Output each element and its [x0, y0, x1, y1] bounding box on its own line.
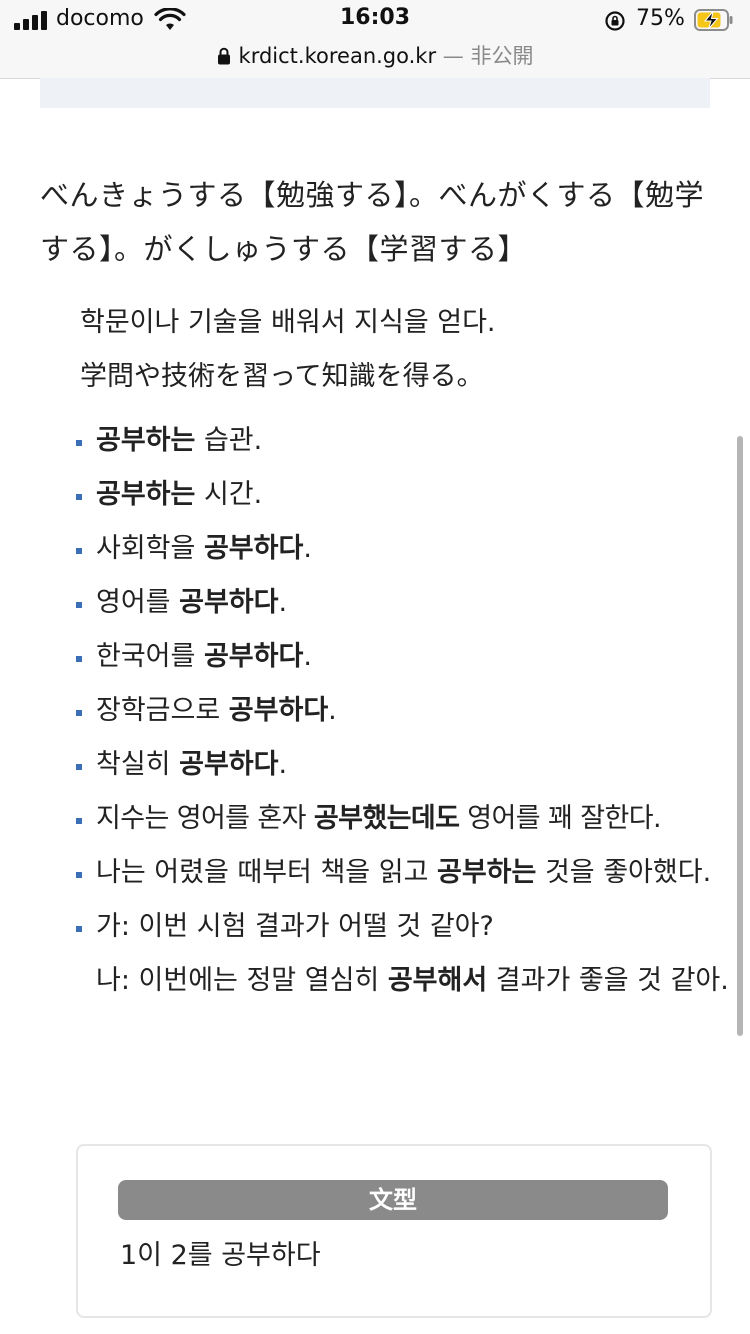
bullet-icon — [76, 926, 82, 932]
definition-block: 학문이나 기술을 배워서 지식을 얻다. 学問や技術を習って知識を得る。 — [80, 296, 720, 404]
bullet-icon — [76, 440, 82, 446]
definition-korean: 학문이나 기술을 배워서 지식을 얻다. — [80, 307, 496, 338]
example-item: 공부하는 시간. — [72, 468, 732, 522]
bullet-icon — [76, 656, 82, 662]
scrollbar[interactable] — [737, 436, 743, 1036]
example-item: 사회학을 공부하다. — [72, 522, 732, 576]
url-text: krdict.korean.go.kr — [238, 44, 437, 68]
rotation-lock-icon — [605, 11, 625, 31]
example-item: 공부하는 습관. — [72, 414, 732, 468]
pattern-header: 文型 — [118, 1180, 668, 1220]
japanese-translation: べんきょうする【勉強する】。べんがくする【勉学する】。がくしゅうする【学習する】 — [40, 178, 705, 266]
example-list: 공부하는 습관. 공부하는 시간. 사회학을 공부하다. 영어를 공부하다. 한… — [72, 414, 732, 1008]
example-item: 착실히 공부하다. — [72, 738, 732, 792]
bullet-icon — [76, 494, 82, 500]
privacy-label: — 非公開 — [442, 44, 534, 68]
bullet-icon — [76, 710, 82, 716]
bullet-icon — [76, 818, 82, 824]
status-bar: docomo 16:03 75% — [0, 0, 750, 40]
example-item: 영어를 공부하다. — [72, 576, 732, 630]
section-band — [40, 78, 710, 108]
pattern-text: 1이 2를 공부하다 — [120, 1240, 321, 1271]
battery-percent: 75% — [636, 6, 685, 31]
bullet-icon — [76, 872, 82, 878]
example-item: 지수는 영어를 혼자 공부했는데도 영어를 꽤 잘한다. — [72, 792, 732, 846]
example-item: 한국어를 공부하다. — [72, 630, 732, 684]
browser-top-bar: docomo 16:03 75% krdict.korean.go.kr — 非… — [0, 0, 750, 79]
bullet-icon — [76, 602, 82, 608]
address-bar[interactable]: krdict.korean.go.kr — 非公開 — [0, 40, 750, 70]
example-dialogue: 가: 이번 시험 결과가 어떨 것 같아? 나: 이번에는 정말 열심히 공부해… — [72, 900, 732, 1008]
lock-icon — [217, 47, 230, 65]
bullet-icon — [76, 548, 82, 554]
bullet-icon — [76, 764, 82, 770]
example-item: 장학금으로 공부하다. — [72, 684, 732, 738]
dialogue-line-a: 가: 이번 시험 결과가 어떨 것 같아? — [96, 911, 494, 942]
battery-charging-icon — [694, 9, 733, 31]
dialogue-line-b: 나: 이번에는 정말 열심히 공부해서 결과가 좋을 것 같아. — [96, 965, 729, 996]
definition-japanese: 学問や技術を習って知識を得る。 — [80, 361, 484, 392]
example-item: 나는 어렸을 때부터 책을 읽고 공부하는 것을 좋아했다. — [72, 846, 732, 900]
sentence-pattern-box: 文型 1이 2를 공부하다 — [76, 1144, 712, 1318]
